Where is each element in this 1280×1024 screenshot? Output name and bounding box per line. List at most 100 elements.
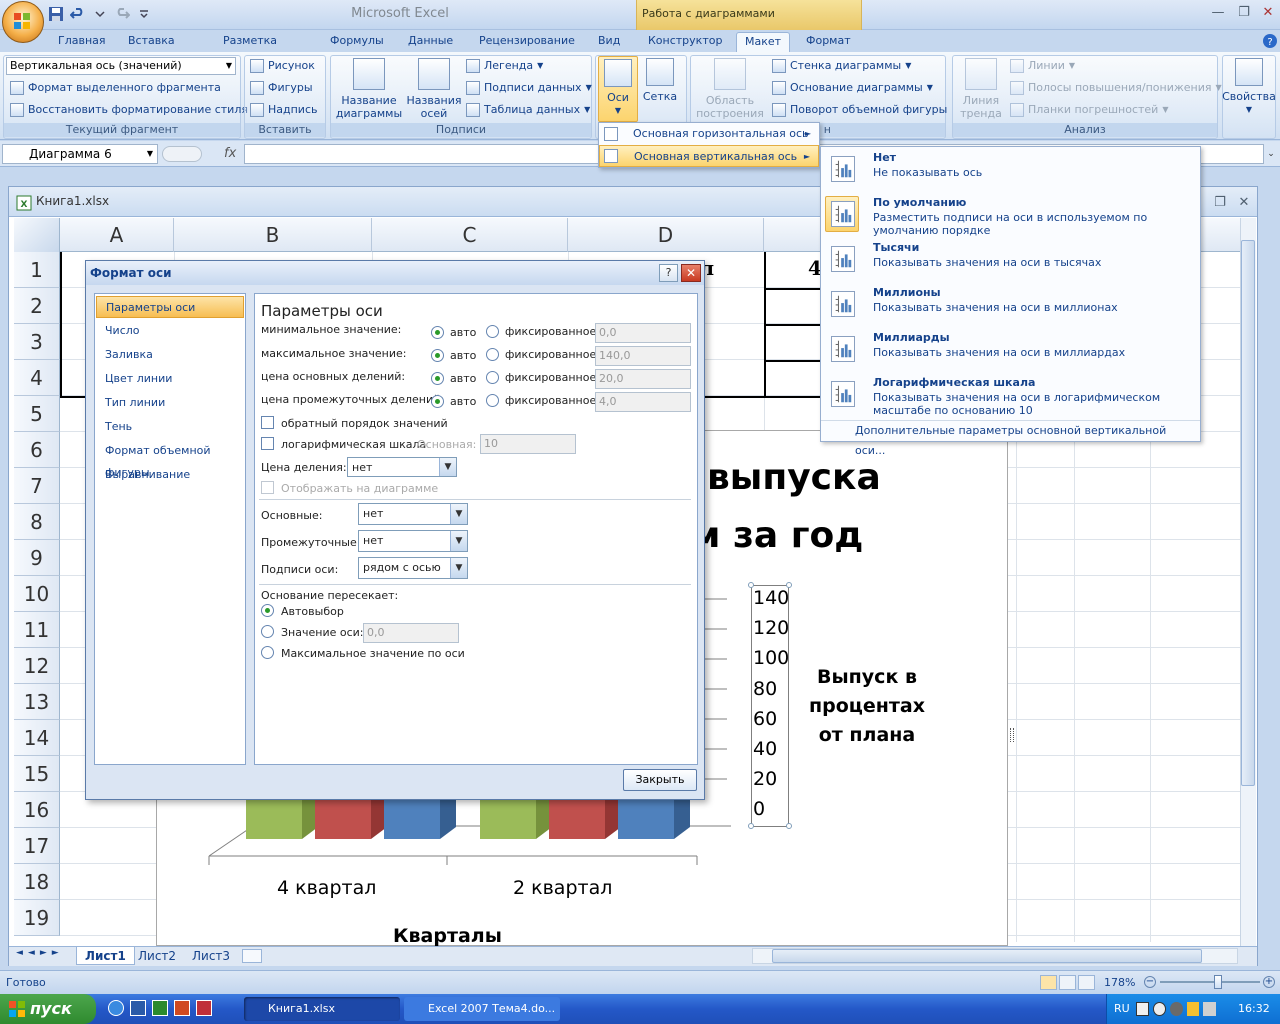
log-base-input[interactable]: 10 — [480, 434, 576, 454]
normal-view-icon[interactable] — [1040, 975, 1057, 990]
minor-fixed-radio[interactable] — [486, 394, 499, 407]
row-header[interactable]: 3 — [14, 324, 60, 360]
major-auto-radio[interactable] — [431, 372, 444, 385]
max-auto-radio[interactable] — [431, 349, 444, 362]
menu-horizontal-axis[interactable]: Основная горизонтальная ось ► — [599, 123, 819, 145]
gridlines-button[interactable]: Сетка — [640, 58, 680, 103]
dialog-nav-item[interactable]: Выравнивание — [96, 464, 244, 486]
min-auto-radio[interactable] — [431, 326, 444, 339]
redo-icon[interactable] — [114, 6, 130, 22]
display-units-select[interactable]: нет ▼ — [347, 457, 457, 477]
dialog-nav-item[interactable]: Тип линии — [96, 392, 244, 414]
expand-formula-icon[interactable]: ⌄ — [1264, 145, 1278, 163]
undo-icon[interactable] — [70, 6, 86, 22]
chart-title-line2[interactable]: м за год — [691, 515, 863, 556]
help-icon[interactable]: ? — [1262, 33, 1278, 49]
row-header[interactable]: 11 — [14, 612, 60, 648]
row-header[interactable]: 8 — [14, 504, 60, 540]
max-value-input[interactable]: 140,0 — [595, 346, 691, 366]
chart-title-button[interactable]: Название диаграммы — [334, 58, 404, 120]
security-icon[interactable] — [1186, 1002, 1200, 1016]
close-icon[interactable]: ✕ — [1256, 4, 1280, 22]
menu-option-axis-billions[interactable]: Миллиарды Показывать значения на оси в ми… — [821, 327, 1200, 372]
tab-insert[interactable]: Вставка — [122, 32, 178, 52]
tab-formulas[interactable]: Формулы — [324, 32, 386, 52]
menu-option-axis-millions[interactable]: Миллионы Показывать значения на оси в мил… — [821, 282, 1200, 327]
chart-element-selector[interactable]: Вертикальная ось (значений) ▼ — [6, 57, 236, 75]
chevron-down-icon[interactable] — [92, 6, 108, 22]
column-header-c[interactable]: C — [372, 218, 568, 252]
zoom-out-icon[interactable]: − — [1144, 976, 1156, 988]
horizontal-scroll-thumb[interactable] — [772, 949, 1202, 963]
selection-handle[interactable] — [786, 823, 792, 829]
function-icon[interactable]: fx — [224, 146, 236, 161]
more-axis-options[interactable]: Дополнительные параметры основной вертик… — [821, 420, 1200, 457]
insert-shapes-button[interactable]: Фигуры — [250, 78, 313, 98]
error-bars-button[interactable]: Планки погрешностей ▼ — [1010, 100, 1169, 120]
tray-app-icon[interactable] — [1152, 1002, 1166, 1016]
taskbar-item-word[interactable]: Excel 2007 Тема4.do... — [404, 997, 560, 1021]
network-icon[interactable] — [1169, 1002, 1183, 1016]
tab-review[interactable]: Рецензирование — [473, 32, 577, 52]
column-header-b[interactable]: B — [174, 218, 372, 252]
taskbar-item-excel[interactable]: Книга1.xlsx — [244, 997, 400, 1021]
row-header[interactable]: 18 — [14, 864, 60, 900]
powerpoint-icon[interactable] — [174, 1000, 190, 1016]
row-header[interactable]: 2 — [14, 288, 60, 324]
row-header[interactable]: 14 — [14, 720, 60, 756]
cross-max-radio[interactable] — [261, 646, 274, 659]
vertical-scroll-thumb[interactable] — [1241, 240, 1255, 786]
menu-option-axis-default[interactable]: По умолчанию Разместить подписи на оси в … — [821, 192, 1200, 237]
ie-icon[interactable] — [108, 1000, 124, 1016]
row-header[interactable]: 13 — [14, 684, 60, 720]
tab-design[interactable]: Конструктор — [642, 32, 722, 52]
select-all-corner[interactable] — [14, 218, 60, 252]
show-units-checkbox[interactable] — [261, 481, 274, 494]
row-header[interactable]: 6 — [14, 432, 60, 468]
sheet-tab-1[interactable]: Лист1 — [76, 947, 135, 965]
word-icon[interactable] — [130, 1000, 146, 1016]
data-labels-button[interactable]: Подписи данных ▼ — [466, 78, 592, 98]
axis-titles-button[interactable]: Названия осей — [404, 58, 464, 120]
wb-restore-icon[interactable]: ❐ — [1208, 194, 1232, 212]
column-header-a[interactable]: A — [60, 218, 174, 252]
sheet-tab-3[interactable]: Лист3 — [184, 947, 238, 965]
name-box[interactable]: Диаграмма 6 ▼ — [2, 144, 158, 164]
log-scale-checkbox[interactable] — [261, 437, 274, 450]
sheet-tab-2[interactable]: Лист2 — [130, 947, 184, 965]
major-value-input[interactable]: 20,0 — [595, 369, 691, 389]
selection-handle[interactable] — [748, 823, 754, 829]
save-icon[interactable] — [48, 6, 64, 22]
3d-rotation-button[interactable]: Поворот объемной фигуры — [772, 100, 947, 120]
reverse-order-checkbox[interactable] — [261, 416, 274, 429]
language-indicator[interactable]: RU — [1114, 1002, 1130, 1015]
zoom-slider[interactable] — [1160, 981, 1260, 983]
zoom-slider-thumb[interactable] — [1214, 975, 1222, 989]
row-header[interactable]: 12 — [14, 648, 60, 684]
sheet-nav-arrows-icon[interactable]: ◄◄►► — [16, 948, 74, 964]
tab-data[interactable]: Данные — [402, 32, 458, 52]
row-header[interactable]: 16 — [14, 792, 60, 828]
dialog-nav-item[interactable]: Заливка — [96, 344, 244, 366]
zoom-level[interactable]: 178% — [1104, 976, 1135, 989]
menu-option-axis-thousands[interactable]: Тысячи Показывать значения на оси в тысяч… — [821, 237, 1200, 282]
dialog-close-icon[interactable]: ✕ — [681, 264, 701, 282]
legend-button[interactable]: Легенда ▼ — [466, 56, 543, 76]
updown-bars-button[interactable]: Полосы повышения/понижения ▼ — [1010, 78, 1222, 98]
minor-auto-radio[interactable] — [431, 395, 444, 408]
insert-picture-button[interactable]: Рисунок — [250, 56, 315, 76]
chart-title-line1[interactable]: выпуска — [707, 457, 881, 498]
plot-area-button[interactable]: Область построения — [694, 58, 766, 120]
dialog-nav-item[interactable]: Формат объемной фигуры — [96, 440, 244, 479]
dialog-nav-item[interactable]: Число — [96, 320, 244, 342]
data-table-button[interactable]: Таблица данных ▼ — [466, 100, 590, 120]
insert-sheet-icon[interactable] — [242, 949, 262, 963]
row-header[interactable]: 1 — [14, 252, 60, 288]
major-tick-select[interactable]: нет ▼ — [358, 503, 468, 525]
formula-bar-splitter[interactable] — [162, 146, 202, 162]
row-header[interactable]: 15 — [14, 756, 60, 792]
minor-tick-select[interactable]: нет ▼ — [358, 530, 468, 552]
chart-floor-button[interactable]: Основание диаграммы ▼ — [772, 78, 933, 98]
minimize-icon[interactable]: — — [1206, 4, 1230, 22]
volume-icon[interactable] — [1203, 1002, 1217, 1016]
